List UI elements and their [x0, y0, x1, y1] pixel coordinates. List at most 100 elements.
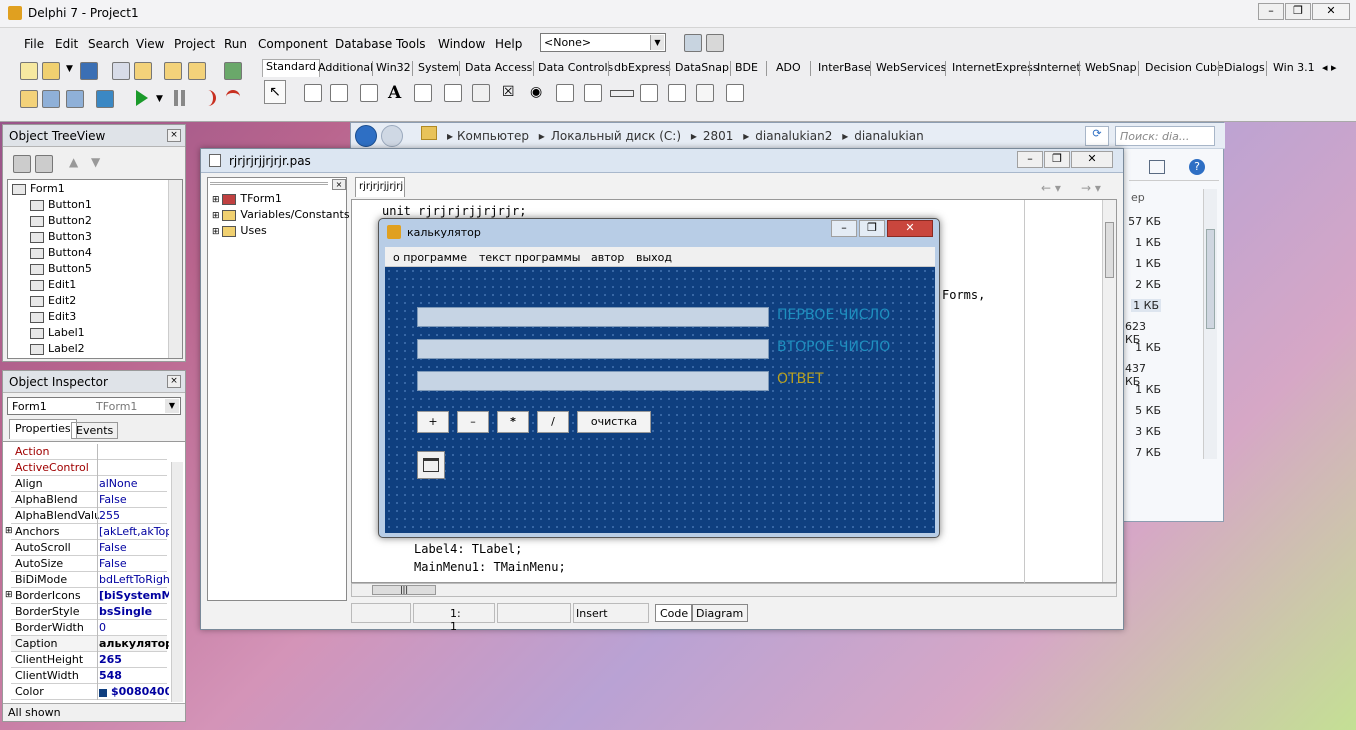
refresh-icon[interactable]: ⟳: [1085, 126, 1109, 146]
view-form-icon[interactable]: [42, 90, 60, 108]
maximize-button[interactable]: ❐: [859, 220, 885, 237]
palette-tab-websnap[interactable]: WebSnap: [1085, 61, 1137, 74]
edit-icon[interactable]: [414, 84, 432, 102]
minimize-button[interactable]: –: [1258, 3, 1284, 20]
view-unit-icon[interactable]: [20, 90, 38, 108]
crumb-disk[interactable]: Локальный диск (C:): [551, 129, 681, 143]
expand-icon[interactable]: ⊞: [5, 590, 13, 600]
close-icon[interactable]: ×: [332, 179, 346, 190]
property-row[interactable]: Align alNone: [11, 476, 167, 492]
arrow-down-icon[interactable]: ▼: [91, 155, 100, 169]
second-number-input[interactable]: [417, 339, 769, 359]
property-row[interactable]: BorderIcons[biSystemMe: [11, 588, 169, 604]
property-row[interactable]: BorderWidth 0: [11, 620, 167, 636]
arrow-up-icon[interactable]: ▲: [69, 155, 78, 169]
palette-tab-standard[interactable]: Standard: [262, 59, 321, 77]
tree-item[interactable]: Button3: [30, 230, 92, 243]
menu-about-program[interactable]: о программе: [393, 251, 467, 264]
palette-tab-ado[interactable]: ADO: [776, 61, 801, 74]
property-row[interactable]: AutoSize False: [11, 556, 167, 572]
listbox-icon[interactable]: [556, 84, 574, 102]
palette-scroll-arrows[interactable]: ◂ ▸: [1322, 61, 1337, 74]
mainmenu-component-icon[interactable]: [417, 451, 445, 479]
subtract-button[interactable]: –: [457, 411, 489, 433]
expand-icon[interactable]: ⊞: [5, 526, 13, 536]
pointer-icon[interactable]: ↖: [264, 80, 286, 104]
mainmenu-icon[interactable]: [330, 84, 348, 102]
palette-tab-internet[interactable]: Internet: [1037, 61, 1081, 74]
palette-tab-data-controls[interactable]: Data Controls: [538, 61, 613, 74]
configuration-combo[interactable]: <None> ▼: [540, 33, 666, 52]
groupbox-icon[interactable]: [640, 84, 658, 102]
memo-icon[interactable]: [444, 84, 462, 102]
open-icon[interactable]: [42, 62, 60, 80]
palette-tab-data-access[interactable]: Data Access: [465, 61, 532, 74]
new-item-icon[interactable]: [13, 155, 31, 173]
palette-tab-additional[interactable]: Additional: [318, 61, 373, 74]
property-row[interactable]: ActiveControl: [11, 460, 167, 476]
menu-edit[interactable]: Edit: [55, 37, 78, 51]
property-row-selected[interactable]: Caption алькулятор: [11, 636, 169, 652]
tree-item[interactable]: Button1: [30, 198, 92, 211]
new-form-icon[interactable]: [96, 90, 114, 108]
chevron-down-icon[interactable]: ▼: [66, 64, 73, 74]
tree-item[interactable]: ⊞ Uses: [212, 224, 267, 237]
menu-file[interactable]: File: [24, 37, 44, 51]
checkbox-icon[interactable]: ☒: [502, 84, 515, 100]
menu-run[interactable]: Run: [224, 37, 247, 51]
trace-into-icon[interactable]: [206, 90, 216, 106]
tab-properties[interactable]: Properties: [9, 419, 77, 439]
code-vscrollbar[interactable]: [1102, 200, 1116, 582]
editor-tab[interactable]: rjrjrjrjjrjrjr: [355, 177, 405, 197]
close-button[interactable]: ✕: [1071, 151, 1113, 168]
toggle-form-unit-icon[interactable]: [66, 90, 84, 108]
delete-item-icon[interactable]: [35, 155, 53, 173]
code-hscrollbar[interactable]: |||: [351, 583, 1117, 597]
label-icon[interactable]: A: [388, 83, 401, 103]
palette-tab-dbexpress[interactable]: dbExpress: [614, 61, 671, 74]
tree-item[interactable]: Button5: [30, 262, 92, 275]
multiply-button[interactable]: *: [497, 411, 529, 433]
palette-tab-win31[interactable]: Win 3.1: [1273, 61, 1315, 74]
explorer-scrollbar[interactable]: [1203, 189, 1217, 459]
scrollbar-icon[interactable]: [610, 90, 634, 97]
preview-pane-icon[interactable]: [1149, 160, 1165, 174]
nav-back-icon[interactable]: ← ▾: [1041, 181, 1061, 195]
palette-tab-interbase[interactable]: InterBase: [818, 61, 871, 74]
menu-tools[interactable]: Tools: [396, 37, 426, 51]
close-button[interactable]: ✕: [1312, 3, 1350, 20]
new-icon[interactable]: [20, 62, 38, 80]
help-icon[interactable]: ?: [1189, 159, 1205, 175]
palette-tab-dialogs[interactable]: Dialogs: [1224, 61, 1265, 74]
button-icon[interactable]: [472, 84, 490, 102]
first-number-input[interactable]: [417, 307, 769, 327]
minimize-button[interactable]: –: [1017, 151, 1043, 168]
property-row[interactable]: ClientHeight 265: [11, 652, 167, 668]
size-column-header[interactable]: ер: [1131, 191, 1145, 204]
palette-tab-win32[interactable]: Win32: [376, 61, 411, 74]
crumb-2801[interactable]: 2801: [703, 129, 734, 143]
property-row[interactable]: ClientWidth 548: [11, 668, 167, 684]
actionlist-icon[interactable]: [726, 84, 744, 102]
tree-item[interactable]: Label2: [30, 342, 85, 355]
close-icon[interactable]: ×: [167, 375, 181, 388]
radiobutton-icon[interactable]: ◉: [530, 84, 542, 100]
palette-tab-bde[interactable]: BDE: [735, 61, 758, 74]
popupmenu-icon[interactable]: [360, 84, 378, 102]
menu-author[interactable]: автор: [591, 251, 624, 264]
menu-exit[interactable]: выход: [636, 251, 672, 264]
clear-button[interactable]: очистка: [577, 411, 651, 433]
pause-icon[interactable]: [174, 90, 178, 106]
frames-icon[interactable]: [304, 84, 322, 102]
result-input[interactable]: [417, 371, 769, 391]
add-button[interactable]: +: [417, 411, 449, 433]
maximize-button[interactable]: ❐: [1285, 3, 1311, 20]
property-row[interactable]: BorderStyle bsSingle: [11, 604, 167, 620]
desktop-save-icon[interactable]: [684, 34, 702, 52]
tree-item[interactable]: Edit3: [30, 310, 76, 323]
menu-view[interactable]: View: [136, 37, 164, 51]
property-row[interactable]: Anchors [akLeft,akTop: [11, 524, 169, 540]
tree-item[interactable]: Label1: [30, 326, 85, 339]
nav-forward-icon[interactable]: → ▾: [1081, 181, 1101, 195]
menu-window[interactable]: Window: [438, 37, 485, 51]
